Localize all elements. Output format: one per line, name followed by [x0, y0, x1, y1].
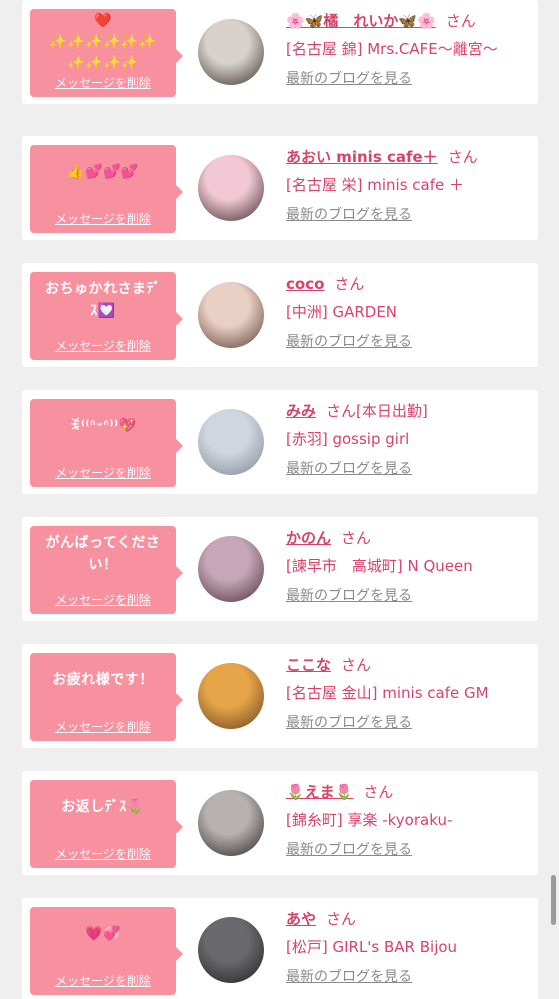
- avatar[interactable]: [198, 409, 264, 475]
- message-text: ❤️ ✨✨✨✨✨✨ ✨✨✨✨: [49, 13, 157, 71]
- attendance-label: [本日出勤]: [356, 402, 428, 420]
- message-bubble: 💗💞 メッセージを削除: [30, 907, 183, 995]
- sender-name-link[interactable]: あや: [286, 910, 316, 928]
- message-text: お疲れ様です！: [52, 672, 154, 688]
- sender-name-link[interactable]: かのん: [286, 529, 331, 547]
- avatar[interactable]: [198, 282, 264, 348]
- message-list: ❤️ ✨✨✨✨✨✨ ✨✨✨✨ メッセージを削除 🌸🦋橘 れいか🦋🌸 さん [名古屋…: [0, 0, 559, 999]
- honorific: さん: [341, 529, 372, 547]
- avatar[interactable]: [198, 790, 264, 856]
- shop-name: [中洲] GARDEN: [286, 303, 398, 321]
- shop-name: [松戸] GIRL's BAR Bijou: [286, 938, 458, 956]
- delete-message-link[interactable]: メッセージを削除: [30, 591, 176, 608]
- message-bubble: ❤️ ✨✨✨✨✨✨ ✨✨✨✨ メッセージを削除: [30, 9, 183, 97]
- message-text: おちゅかれさまﾃﾞ ｽ💟: [45, 281, 161, 319]
- sender-name-line: 🌷えま🌷 さん: [286, 781, 532, 803]
- delete-message-link[interactable]: メッセージを削除: [30, 74, 176, 91]
- honorific: さん: [334, 275, 365, 293]
- honorific: さん: [363, 783, 394, 801]
- latest-blog-link[interactable]: 最新のブログを見る: [286, 458, 532, 478]
- sender-name-link[interactable]: みみ: [286, 402, 316, 420]
- shop-name: [名古屋 栄] minis cafe ＋: [286, 176, 464, 194]
- avatar[interactable]: [198, 19, 264, 85]
- message-text: がんばってくださ い！: [45, 535, 161, 573]
- sender-name-link[interactable]: 🌸🦋橘 れいか🦋🌸: [286, 12, 436, 30]
- message-text: お返しﾃﾞｽ🌷: [61, 799, 145, 815]
- message-card: おちゅかれさまﾃﾞ ｽ💟 メッセージを削除 coco さん [中洲] GARDEN…: [22, 263, 538, 367]
- sender-name-line: みみ さん[本日出勤]: [286, 400, 532, 422]
- sender-name-line: 🌸🦋橘 れいか🦋🌸 さん: [286, 10, 532, 32]
- sender-name-link[interactable]: 🌷えま🌷: [286, 783, 353, 801]
- delete-message-link[interactable]: メッセージを削除: [30, 337, 176, 354]
- sender-info: 🌷えま🌷 さん [錦糸町] 享楽 -kyoraku- 最新のブログを見る: [286, 781, 532, 859]
- latest-blog-link[interactable]: 最新のブログを見る: [286, 839, 532, 859]
- sender-info: あおい minis cafe＋ さん [名古屋 栄] minis cafe ＋ 最…: [286, 146, 532, 224]
- latest-blog-link[interactable]: 最新のブログを見る: [286, 712, 532, 732]
- message-bubble: お疲れ様です！ メッセージを削除: [30, 653, 183, 741]
- latest-blog-link[interactable]: 最新のブログを見る: [286, 966, 532, 986]
- honorific: さん: [326, 402, 357, 420]
- message-text: 💗💞: [85, 926, 121, 942]
- avatar[interactable]: [198, 663, 264, 729]
- latest-blog-link[interactable]: 最新のブログを見る: [286, 331, 532, 351]
- sender-name-line: ここな さん: [286, 654, 532, 676]
- message-bubble: 👍💕💕💕 メッセージを削除: [30, 145, 183, 233]
- message-bubble: おちゅかれさまﾃﾞ ｽ💟 メッセージを削除: [30, 272, 183, 360]
- honorific: さん: [447, 148, 478, 166]
- sender-name-line: あおい minis cafe＋ さん: [286, 146, 532, 168]
- message-bubble: お返しﾃﾞｽ🌷 メッセージを削除: [30, 780, 183, 868]
- message-card: ꉂ⁽⁽ᐢᵕᐢ⁾⁾💖 メッセージを削除 みみ さん[本日出勤] [赤羽] gossi…: [22, 390, 538, 494]
- message-card: お疲れ様です！ メッセージを削除 ここな さん [名古屋 金山] minis ca…: [22, 644, 538, 748]
- shop-name: [諫早市 高城町] N Queen: [286, 557, 473, 575]
- message-text: ꉂ⁽⁽ᐢᵕᐢ⁾⁾💖: [69, 418, 137, 434]
- sender-info: ここな さん [名古屋 金山] minis cafe GM 最新のブログを見る: [286, 654, 532, 732]
- sender-name-link[interactable]: あおい minis cafe＋: [286, 148, 438, 166]
- honorific: さん: [445, 12, 476, 30]
- honorific: さん: [326, 910, 357, 928]
- scrollbar[interactable]: [551, 875, 556, 925]
- message-card: がんばってくださ い！ メッセージを削除 かのん さん [諫早市 高城町] N Q…: [22, 517, 538, 621]
- latest-blog-link[interactable]: 最新のブログを見る: [286, 68, 532, 88]
- delete-message-link[interactable]: メッセージを削除: [30, 718, 176, 735]
- message-bubble: ꉂ⁽⁽ᐢᵕᐢ⁾⁾💖 メッセージを削除: [30, 399, 183, 487]
- delete-message-link[interactable]: メッセージを削除: [30, 845, 176, 862]
- message-text: 👍💕💕💕: [67, 164, 139, 180]
- delete-message-link[interactable]: メッセージを削除: [30, 464, 176, 481]
- shop-name: [赤羽] gossip girl: [286, 430, 410, 448]
- sender-info: かのん さん [諫早市 高城町] N Queen 最新のブログを見る: [286, 527, 532, 605]
- avatar[interactable]: [198, 155, 264, 221]
- sender-name-link[interactable]: coco: [286, 275, 324, 293]
- message-bubble: がんばってくださ い！ メッセージを削除: [30, 526, 183, 614]
- delete-message-link[interactable]: メッセージを削除: [30, 210, 176, 227]
- sender-info: 🌸🦋橘 れいか🦋🌸 さん [名古屋 錦] Mrs.CAFE〜離宮〜 最新のブログを…: [286, 10, 532, 88]
- sender-name-line: かのん さん: [286, 527, 532, 549]
- avatar[interactable]: [198, 536, 264, 602]
- sender-info: あや さん [松戸] GIRL's BAR Bijou 最新のブログを見る: [286, 908, 532, 986]
- latest-blog-link[interactable]: 最新のブログを見る: [286, 204, 532, 224]
- shop-name: [名古屋 錦] Mrs.CAFE〜離宮〜: [286, 40, 498, 58]
- message-card: 👍💕💕💕 メッセージを削除 あおい minis cafe＋ さん [名古屋 栄] …: [22, 136, 538, 240]
- message-card: お返しﾃﾞｽ🌷 メッセージを削除 🌷えま🌷 さん [錦糸町] 享楽 -kyorak…: [22, 771, 538, 875]
- sender-info: coco さん [中洲] GARDEN 最新のブログを見る: [286, 273, 532, 351]
- delete-message-link[interactable]: メッセージを削除: [30, 972, 176, 989]
- latest-blog-link[interactable]: 最新のブログを見る: [286, 585, 532, 605]
- message-card: 💗💞 メッセージを削除 あや さん [松戸] GIRL's BAR Bijou 最…: [22, 898, 538, 999]
- sender-name-line: あや さん: [286, 908, 532, 930]
- message-card: ❤️ ✨✨✨✨✨✨ ✨✨✨✨ メッセージを削除 🌸🦋橘 れいか🦋🌸 さん [名古屋…: [22, 0, 538, 104]
- sender-name-line: coco さん: [286, 273, 532, 295]
- honorific: さん: [341, 656, 372, 674]
- shop-name: [錦糸町] 享楽 -kyoraku-: [286, 811, 453, 829]
- sender-info: みみ さん[本日出勤] [赤羽] gossip girl 最新のブログを見る: [286, 400, 532, 478]
- sender-name-link[interactable]: ここな: [286, 656, 331, 674]
- avatar[interactable]: [198, 917, 264, 983]
- shop-name: [名古屋 金山] minis cafe GM: [286, 684, 489, 702]
